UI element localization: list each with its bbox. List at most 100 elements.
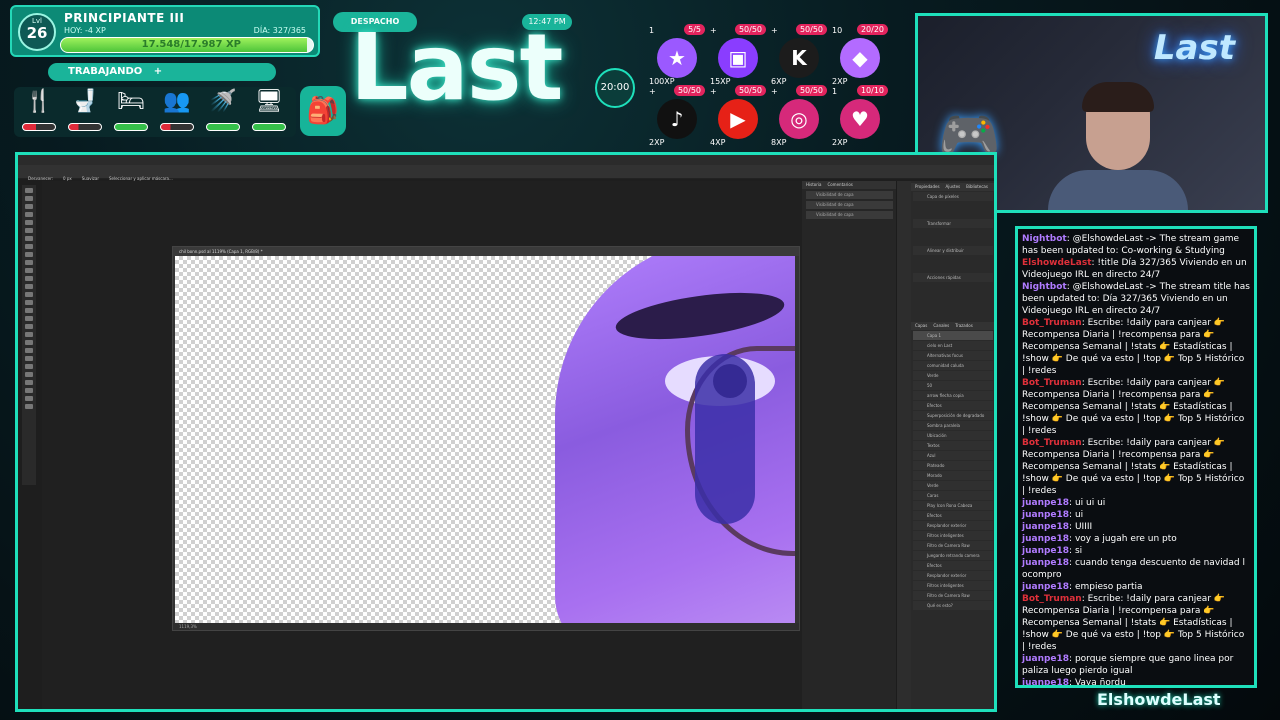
layers-tab[interactable]: Trazados	[955, 323, 973, 328]
layer-row[interactable]: Resplandor exterior	[913, 521, 993, 530]
chat-text: ui	[1074, 510, 1084, 520]
layer-row[interactable]: 50	[913, 381, 993, 390]
ps-tool-icon[interactable]	[25, 292, 33, 297]
ps-tool-icon[interactable]	[25, 236, 33, 241]
ps-tool-icon[interactable]	[25, 252, 33, 257]
ps-tool-icon[interactable]	[25, 188, 33, 193]
properties-tab[interactable]: Propiedades	[915, 184, 940, 189]
layer-row[interactable]: Superposición de degradado	[913, 411, 993, 420]
document-window[interactable]: chil bonn.psd al 1119% (Capa 1, RGB/8) *…	[172, 246, 800, 631]
layer-row[interactable]: Alternativas focus	[913, 351, 993, 360]
goal-instagram: ◎ +50/50 8XP	[767, 85, 827, 147]
layer-row[interactable]: Filtros inteligentes	[913, 531, 993, 540]
history-item[interactable]: Visibilidad de capa	[806, 201, 893, 209]
history-item[interactable]: Visibilidad de capa	[806, 191, 893, 199]
ps-tool-icon[interactable]	[25, 388, 33, 393]
properties-tab[interactable]: Bibliotecas	[966, 184, 988, 189]
properties-row[interactable]: Transformar	[913, 219, 993, 228]
layer-row[interactable]: Filtro de Camera Raw	[913, 541, 993, 550]
ps-tool-icon[interactable]	[25, 380, 33, 385]
chat-panel: Nightbot: @ElshowdeLast -> The stream ga…	[1015, 226, 1257, 688]
face-image	[555, 256, 795, 624]
layer-row[interactable]: Juegardo retrando camera	[913, 551, 993, 560]
ps-tool-icon[interactable]	[25, 212, 33, 217]
history-panel[interactable]: Historia Comentarios Visibilidad de capa Vi…	[802, 181, 897, 709]
ps-tool-icon[interactable]	[25, 404, 33, 409]
document-tab[interactable]: chil bonn.psd al 1119% (Capa 1, RGB/8) *	[173, 247, 799, 256]
layer-row[interactable]: Capa 1	[913, 331, 993, 340]
history-tab[interactable]: Comentarios	[827, 182, 852, 187]
chat-message: Bot_Truman: Escribe: !daily para canjear…	[1022, 437, 1250, 497]
ps-tool-icon[interactable]	[25, 348, 33, 353]
ps-tool-icon[interactable]	[25, 332, 33, 337]
layer-row[interactable]: Plateado	[913, 461, 993, 470]
ps-options-bar[interactable]: Desvanecer: 0 px Suavizar Seleccionar y apl…	[18, 165, 994, 181]
properties-layers-panel[interactable]: Propiedades Ajustes Bibliotecas Capa de píx…	[896, 181, 994, 709]
layer-row[interactable]: Verde	[913, 481, 993, 490]
ps-tool-icon[interactable]	[25, 364, 33, 369]
layer-row[interactable]: Morado	[913, 471, 993, 480]
ps-tool-icon[interactable]	[25, 356, 33, 361]
properties-tabs[interactable]: Propiedades Ajustes Bibliotecas	[911, 183, 994, 191]
history-tab[interactable]: Historia	[806, 182, 821, 187]
chat-username: juanpe18	[1022, 546, 1070, 556]
chat-username: ElshowdeLast	[1022, 258, 1092, 268]
ps-tool-icon[interactable]	[25, 340, 33, 345]
layer-row[interactable]: Ubicación	[913, 431, 993, 440]
chat-text: Vaya ñordu	[1074, 678, 1126, 688]
layer-row[interactable]: Efectos	[913, 401, 993, 410]
goal-count: 50/50	[795, 24, 827, 35]
layers-tab[interactable]: Capas	[915, 323, 927, 328]
gem-icon: ◆	[840, 38, 880, 78]
properties-row[interactable]: Acciones rápidas	[913, 273, 993, 282]
chat-username: Bot_Truman	[1022, 438, 1082, 448]
layer-row[interactable]: Resplandor exterior	[913, 571, 993, 580]
layer-row[interactable]: Sombra paralela	[913, 421, 993, 430]
layer-row[interactable]: Qué es esto?	[913, 601, 993, 610]
ps-toolbar[interactable]	[22, 185, 36, 485]
ps-tool-icon[interactable]	[25, 308, 33, 313]
layer-row[interactable]: Play Icon Rona Cabeza	[913, 501, 993, 510]
ps-tool-icon[interactable]	[25, 204, 33, 209]
layer-row[interactable]: Caras	[913, 491, 993, 500]
layer-row[interactable]: Textos	[913, 441, 993, 450]
layer-row[interactable]: Efectos	[913, 561, 993, 570]
ps-tool-icon[interactable]	[25, 300, 33, 305]
chat-message: juanpe18: si	[1022, 545, 1250, 557]
ps-tool-icon[interactable]	[25, 268, 33, 273]
ps-tool-icon[interactable]	[25, 260, 33, 265]
ps-tool-icon[interactable]	[25, 196, 33, 201]
properties-row[interactable]: Alinear y distribuir	[913, 246, 993, 255]
ps-tool-icon[interactable]	[25, 372, 33, 377]
layer-row[interactable]: Filtros inteligentes	[913, 581, 993, 590]
need-item: 🖥	[248, 87, 288, 137]
history-item[interactable]: Visibilidad de capa	[806, 211, 893, 219]
goal-xp: 2XP	[832, 138, 848, 147]
ps-tool-icon[interactable]	[25, 284, 33, 289]
layer-row[interactable]: Verde	[913, 371, 993, 380]
properties-tab[interactable]: Ajustes	[946, 184, 961, 189]
ps-tool-icon[interactable]	[25, 396, 33, 401]
stream-overlay: Lvl 26 PRINCIPIANTE III HOY: -4 XP DÍA: …	[0, 0, 1280, 720]
history-tabs[interactable]: Historia Comentarios	[802, 181, 897, 189]
ps-tool-icon[interactable]	[25, 220, 33, 225]
ps-menubar[interactable]: ArchivoEdiciónImagenCapaTextoSelecciónFi…	[18, 155, 994, 171]
layer-row[interactable]: cielo en Last	[913, 341, 993, 350]
layer-row[interactable]: arrow flecha copia	[913, 391, 993, 400]
layer-row[interactable]: comunidad caluda	[913, 361, 993, 370]
layers-tabs[interactable]: Capas Canales Trazados	[911, 322, 994, 330]
layer-row[interactable]: Filtro de Camera Raw	[913, 591, 993, 600]
ps-tool-icon[interactable]	[25, 244, 33, 249]
image-canvas[interactable]	[175, 256, 795, 624]
properties-row[interactable]: Capa de píxeles	[913, 192, 993, 201]
layers-tab[interactable]: Canales	[933, 323, 949, 328]
layer-row[interactable]: Efectos	[913, 511, 993, 520]
ps-tool-icon[interactable]	[25, 228, 33, 233]
ps-tool-icon[interactable]	[25, 316, 33, 321]
ps-tool-icon[interactable]	[25, 276, 33, 281]
utensils-icon: 🍴	[25, 89, 53, 114]
ps-panel-strip[interactable]	[897, 181, 911, 709]
layer-row[interactable]: Azul	[913, 451, 993, 460]
ps-tool-icon[interactable]	[25, 324, 33, 329]
goal-multiplier: 1	[832, 87, 838, 96]
